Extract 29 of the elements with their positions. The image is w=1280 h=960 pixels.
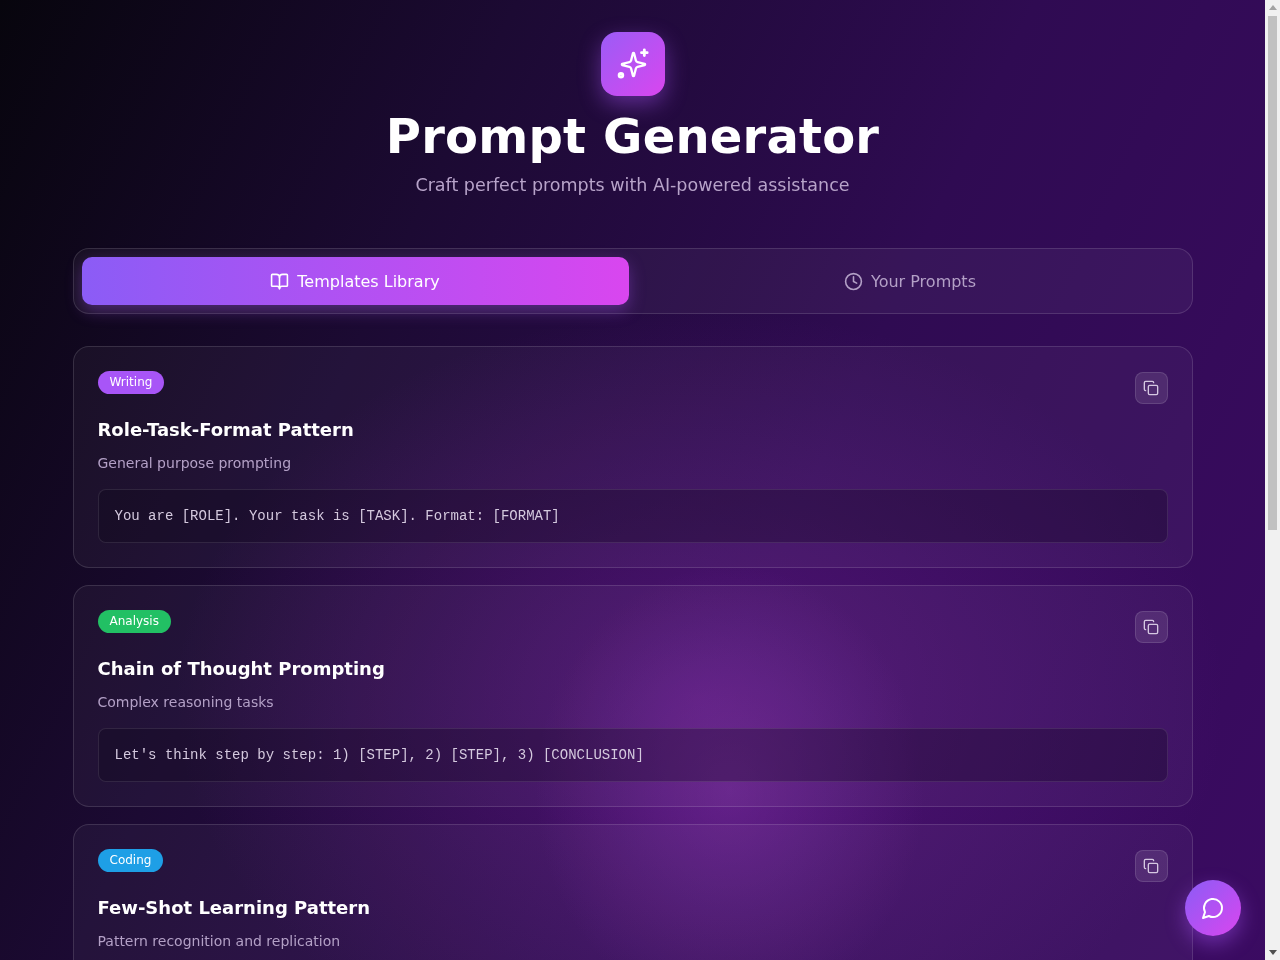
clock-icon <box>844 271 863 291</box>
template-title: Role-Task-Format Pattern <box>97 418 355 442</box>
page-subtitle: Craft perfect prompts with AI-powered assistance <box>415 174 850 197</box>
copy-icon <box>1143 619 1159 635</box>
category-tag: Coding <box>97 849 164 872</box>
copy-button[interactable] <box>1134 850 1168 882</box>
copy-button[interactable] <box>1134 372 1168 404</box>
copy-icon <box>1143 380 1159 396</box>
copy-icon <box>1143 858 1159 874</box>
page-title: Prompt Generator <box>385 108 880 164</box>
scrollbar-thumb[interactable] <box>1268 16 1277 530</box>
prompt-code: Let's think step by step: 1) [STEP], 2) [STEP], 3) [CONCLUSION] <box>97 728 1168 782</box>
template-description: Complex reasoning tasks <box>97 693 275 712</box>
tab[interactable]: Your Prompts <box>636 257 1184 305</box>
copy-button[interactable] <box>1134 611 1168 643</box>
tab[interactable]: Templates Library <box>81 257 629 305</box>
prompt-code: You are [ROLE]. Your task is [TASK]. Format: [FORMAT] <box>97 489 1168 543</box>
template-description: General purpose prompting <box>97 454 292 473</box>
category-tag: Writing <box>97 371 165 394</box>
scroll-down-arrow-icon[interactable] <box>1268 950 1277 955</box>
template-title: Few-Shot Learning Pattern <box>97 896 371 920</box>
template-title: Chain of Thought Prompting <box>97 657 386 681</box>
category-tag: Analysis <box>97 610 171 633</box>
chat-button[interactable] <box>1185 880 1241 936</box>
template-description: Pattern recognition and replication <box>97 932 342 951</box>
book-icon <box>270 271 290 291</box>
scrollbar[interactable] <box>1265 0 1280 960</box>
chat-bubble-icon <box>1201 896 1225 920</box>
sparkles-icon <box>600 32 665 96</box>
